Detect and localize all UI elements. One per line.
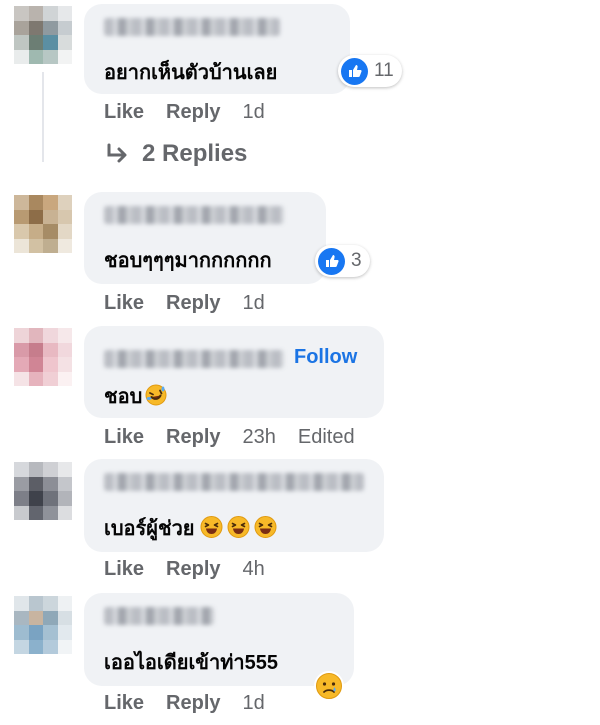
timestamp[interactable]: 1d <box>243 692 265 715</box>
comment-text: เบอร์ผู้ช่วย <box>104 512 278 545</box>
reply-button[interactable]: Reply <box>166 558 220 581</box>
sad-emoji[interactable] <box>313 670 345 707</box>
view-replies-button[interactable]: 2 Replies <box>104 140 247 168</box>
comment-actions: Like Reply 4h <box>104 558 287 581</box>
comment-bubble: ชอบๆๆๆมากกกกกก <box>84 192 326 284</box>
laughing-emoji <box>226 515 251 545</box>
avatar[interactable] <box>14 6 72 64</box>
comment-text: ชอบๆๆๆมากกกกกก <box>104 250 272 272</box>
reply-button[interactable]: Reply <box>166 692 220 715</box>
comment-actions: Like Reply 1d <box>104 101 287 124</box>
comment-actions: Like Reply 23h Edited <box>104 426 355 449</box>
like-button[interactable]: Like <box>104 558 144 581</box>
avatar[interactable] <box>14 195 72 253</box>
blurred-author-name[interactable] <box>104 350 284 368</box>
timestamp[interactable]: 1d <box>243 101 265 124</box>
replies-label: 2 Replies <box>142 140 248 167</box>
comment-actions: Like Reply 1d <box>104 292 287 315</box>
comment-text-content: ชอบ <box>104 386 143 408</box>
laughing-emoji <box>199 515 224 545</box>
timestamp[interactable]: 4h <box>243 558 265 581</box>
reply-button[interactable]: Reply <box>166 101 220 124</box>
like-button[interactable]: Like <box>104 101 144 124</box>
reply-button[interactable]: Reply <box>166 426 220 449</box>
follow-button[interactable]: Follow <box>294 346 357 369</box>
comment-text: ชอบ <box>104 380 168 413</box>
like-button[interactable]: Like <box>104 426 144 449</box>
blurred-author-name[interactable] <box>104 206 284 224</box>
edited-label[interactable]: Edited <box>298 426 355 449</box>
timestamp[interactable]: 1d <box>243 292 265 315</box>
comment-text: อยากเห็นตัวบ้านเลย <box>104 62 278 84</box>
comment-text-content: เบอร์ผู้ช่วย <box>104 518 195 540</box>
avatar[interactable] <box>14 462 72 520</box>
reaction-summary[interactable]: 11 <box>338 55 402 87</box>
comment-actions: Like Reply 1d <box>104 692 287 715</box>
blurred-author-name[interactable] <box>104 607 214 625</box>
rofl-emoji <box>144 383 168 413</box>
reaction-count: 3 <box>351 250 362 271</box>
reply-arrow-icon <box>107 143 127 163</box>
comment-text: เออไอเดียเข้าท่า555 <box>104 652 278 674</box>
comment-bubble: Follow ชอบ <box>84 326 384 418</box>
avatar[interactable] <box>14 328 72 386</box>
comment-bubble: เบอร์ผู้ช่วย <box>84 459 384 552</box>
reaction-summary[interactable]: 3 <box>315 245 370 277</box>
timestamp[interactable]: 23h <box>243 426 276 449</box>
laughing-emoji <box>253 515 278 545</box>
blurred-author-name[interactable] <box>104 18 280 36</box>
blurred-author-name[interactable] <box>104 473 364 491</box>
like-button[interactable]: Like <box>104 692 144 715</box>
avatar[interactable] <box>14 596 72 654</box>
thumbs-up-icon <box>318 247 345 275</box>
thread-line <box>42 72 44 162</box>
reaction-count: 11 <box>374 60 394 81</box>
thumbs-up-icon <box>341 57 368 85</box>
reply-button[interactable]: Reply <box>166 292 220 315</box>
like-button[interactable]: Like <box>104 292 144 315</box>
comment-bubble: อยากเห็นตัวบ้านเลย <box>84 4 350 94</box>
